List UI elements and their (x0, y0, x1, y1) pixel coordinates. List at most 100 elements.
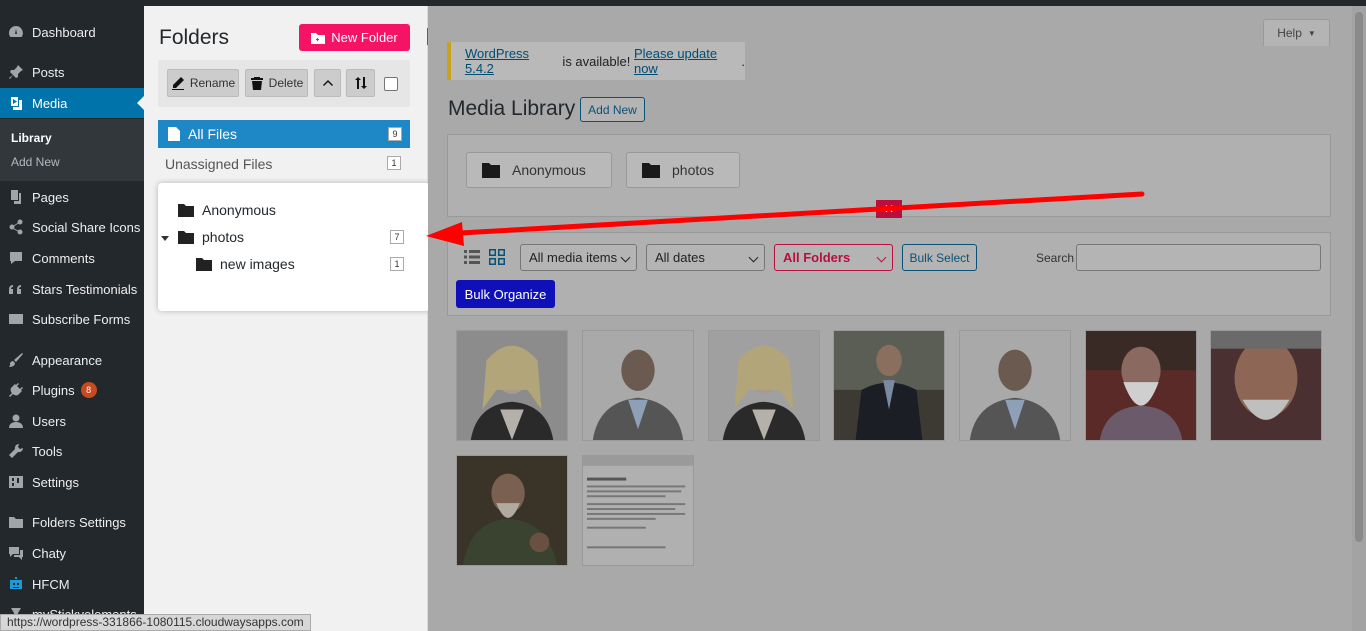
nav-pages[interactable]: Pages (0, 182, 144, 212)
media-thumbnail[interactable] (456, 455, 568, 566)
unassigned-files-item[interactable]: Unassigned Files (165, 156, 272, 172)
add-new-button[interactable]: Add New (580, 97, 645, 122)
nav-comments[interactable]: Comments (0, 243, 144, 273)
chip-anonymous[interactable]: Anonymous (466, 152, 612, 188)
submenu-add-new[interactable]: Add New (11, 155, 60, 169)
dashboard-icon (0, 24, 32, 40)
media-thumbnail[interactable] (456, 330, 568, 441)
nav-media[interactable]: Media (0, 88, 144, 118)
rename-button[interactable]: Rename (167, 69, 239, 97)
sliders-icon (0, 474, 32, 490)
update-now-link[interactable]: Please update now (634, 46, 741, 76)
folders-title: Folders (159, 26, 230, 49)
folder-plus-icon (311, 32, 326, 44)
folder-select[interactable]: All Folders (774, 244, 893, 271)
scrollbar-thumb[interactable] (1355, 12, 1363, 542)
select-all-checkbox[interactable] (384, 77, 398, 91)
comment-icon (0, 250, 32, 266)
close-icon[interactable]: ✕ (876, 200, 902, 218)
chevron-down-icon (748, 252, 759, 263)
help-label: Help (1277, 26, 1302, 40)
chip-label: photos (672, 162, 715, 178)
folder-tree: Anonymous photos 7 new images 1 (158, 183, 430, 311)
share-icon (0, 219, 32, 235)
wordpress-version-link[interactable]: WordPress 5.4.2 (465, 46, 559, 76)
nav-subscribe-forms[interactable]: Subscribe Forms (0, 304, 144, 334)
chip-label: Anonymous (512, 162, 586, 178)
chip-photos[interactable]: photos (626, 152, 740, 188)
tree-item-photos[interactable]: photos (178, 229, 244, 245)
page-scrollbar[interactable] (1352, 6, 1366, 631)
notice-text: is available! (558, 53, 634, 69)
nav-label: Posts (32, 64, 65, 80)
pin-icon (0, 64, 32, 80)
nav-chaty[interactable]: Chaty (0, 538, 144, 568)
folder-toolbar: Rename Delete (158, 60, 410, 107)
chevron-down-icon (876, 252, 887, 263)
folder-value: All Folders (783, 250, 851, 265)
delete-label: Delete (268, 76, 304, 90)
media-thumbnail[interactable] (959, 330, 1071, 441)
folder-icon (0, 514, 32, 530)
submenu-library[interactable]: Library (11, 131, 52, 145)
nav-label: Media (32, 95, 68, 111)
nav-label: Chaty (32, 545, 66, 561)
media-thumbnail[interactable] (582, 455, 694, 566)
brush-icon (0, 352, 32, 368)
help-tab[interactable]: Help ▼ (1263, 19, 1330, 46)
search-label: Search (1036, 251, 1075, 265)
nav-social-share[interactable]: Social Share Icons (0, 212, 144, 242)
nav-label: Pages (32, 189, 69, 205)
media-thumbnail[interactable] (708, 330, 820, 441)
nav-label: Settings (32, 474, 79, 490)
nav-stars-testimonials[interactable]: Stars Testimonials (0, 274, 144, 304)
update-notice: WordPress 5.4.2 is available! Please upd… (447, 42, 745, 80)
expand-caret-icon[interactable] (161, 236, 169, 241)
all-files-item[interactable]: All Files 9 (158, 120, 410, 148)
list-view-icon[interactable] (463, 248, 481, 266)
page-title: Media Library (448, 97, 576, 120)
media-thumbnail[interactable] (582, 330, 694, 441)
unassigned-label: Unassigned Files (165, 156, 273, 172)
tree-item-anonymous[interactable]: Anonymous (178, 202, 276, 218)
file-icon (168, 127, 180, 141)
folders-panel: Folders New Folder Rename Delete All Fil… (144, 6, 430, 631)
grid-view-icon[interactable] (488, 248, 506, 266)
media-thumbnail[interactable] (833, 330, 945, 441)
chat-icon (0, 545, 32, 561)
admin-sidebar: Dashboard Posts Media Library Add New Pa… (0, 6, 144, 631)
nav-users[interactable]: Users (0, 406, 144, 436)
bulk-organize-button[interactable]: Bulk Organize (456, 280, 555, 308)
media-thumbnail[interactable] (1085, 330, 1197, 441)
media-thumbnail[interactable] (1210, 330, 1322, 441)
tree-item-new-images[interactable]: new images (196, 256, 295, 272)
tree-item-label: new images (220, 256, 295, 272)
search-input[interactable] (1076, 244, 1321, 271)
folder-icon (178, 230, 194, 244)
nav-dashboard[interactable]: Dashboard (0, 17, 144, 47)
date-select[interactable]: All dates (646, 244, 765, 271)
nav-tools[interactable]: Tools (0, 436, 144, 466)
plugins-update-badge: 8 (80, 382, 97, 398)
sort-button[interactable] (346, 69, 375, 97)
status-url-bar: https://wordpress-331866-1080115.cloudwa… (0, 614, 311, 631)
plug-icon (0, 382, 32, 398)
delete-button[interactable]: Delete (245, 69, 308, 97)
folder-icon (196, 257, 212, 271)
media-type-select[interactable]: All media items (520, 244, 637, 271)
bulk-select-button[interactable]: Bulk Select (902, 244, 977, 271)
collapse-up-button[interactable] (314, 69, 341, 97)
photos-count: 7 (390, 230, 404, 244)
new-folder-button[interactable]: New Folder (299, 24, 410, 51)
nav-label: Comments (32, 250, 95, 266)
nav-label: Dashboard (32, 24, 96, 40)
nav-folders-settings[interactable]: Folders Settings (0, 507, 144, 537)
nav-label: Appearance (32, 352, 103, 368)
sort-icon (354, 77, 367, 89)
nav-plugins[interactable]: Plugins 8 (0, 375, 144, 405)
nav-posts[interactable]: Posts (0, 57, 144, 87)
date-value: All dates (655, 250, 705, 265)
nav-hfcm[interactable]: HFCM (0, 569, 144, 599)
nav-settings[interactable]: Settings (0, 467, 144, 497)
nav-appearance[interactable]: Appearance (0, 345, 144, 375)
